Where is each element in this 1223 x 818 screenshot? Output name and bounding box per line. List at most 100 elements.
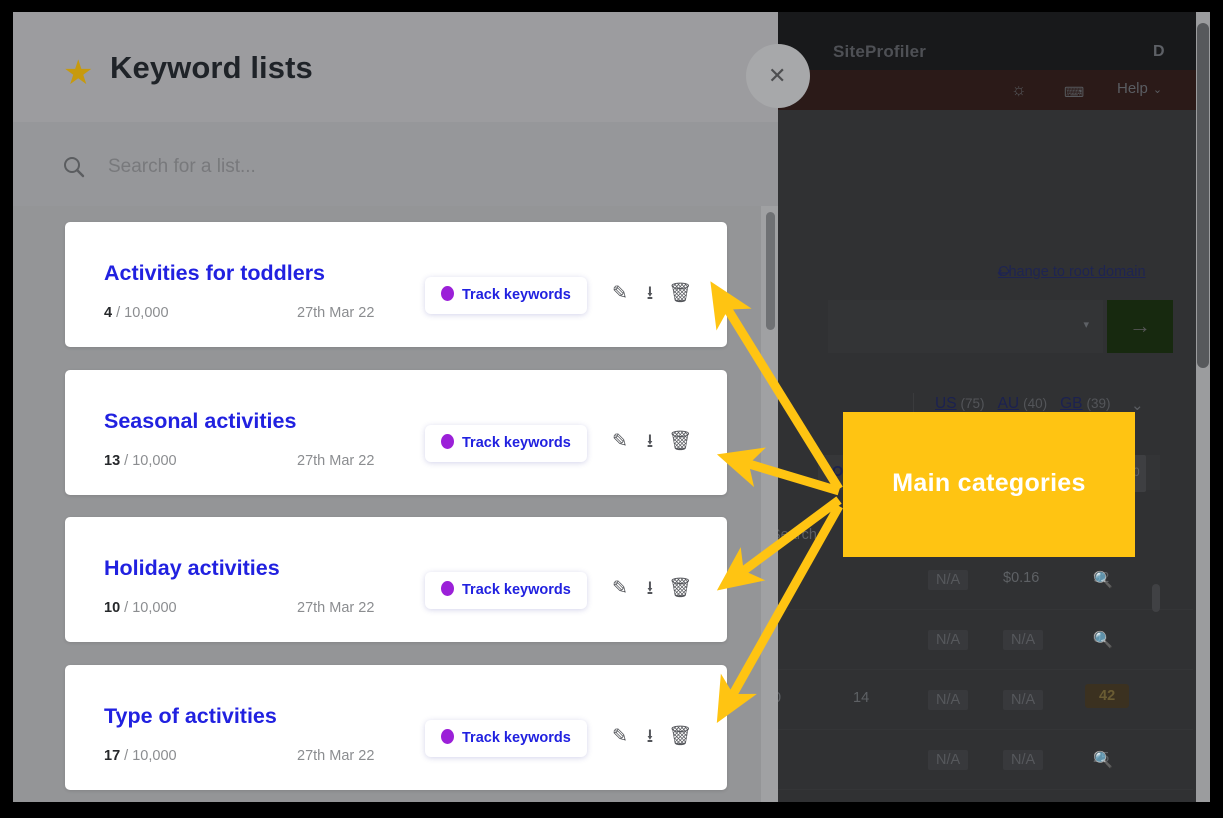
close-button[interactable]: ✕: [746, 44, 810, 108]
cell-volume: N/A: [928, 630, 969, 650]
keyword-lists-container: Activities for toddlers 4 / 10,000 27th …: [13, 206, 778, 802]
search-icon[interactable]: 🔍: [1093, 570, 1113, 590]
pencil-icon[interactable]: ✎: [605, 427, 635, 457]
search-submit-button[interactable]: →: [1107, 300, 1173, 353]
geo-count-gb: (39): [1086, 396, 1111, 411]
arrow-right-icon: →: [1129, 313, 1151, 338]
keyword-tabs: Organic keywords 281 Paid keywords 0: [818, 455, 1162, 492]
list-actions: ✎ ⭳ 🗑: [605, 427, 695, 457]
modal-scrollbar-thumb[interactable]: [766, 212, 775, 330]
trash-icon[interactable]: 🗑: [665, 574, 695, 604]
status-dot-icon: [441, 286, 454, 301]
table-row[interactable]: N/A N/A 25 🔍: [773, 730, 1193, 790]
track-keywords-label: Track keywords: [462, 730, 571, 746]
list-item[interactable]: Holiday activities 10 / 10,000 27th Mar …: [65, 517, 727, 642]
pencil-icon[interactable]: ✎: [605, 722, 635, 752]
app-brand: SiteProfiler: [833, 42, 927, 61]
geo-code-au[interactable]: AU: [998, 395, 1020, 413]
change-to-root-domain-link[interactable]: Change to root domain: [998, 264, 1146, 280]
track-keywords-label: Track keywords: [462, 582, 571, 598]
cell-position: 14: [853, 690, 870, 706]
status-dot-icon: [441, 729, 454, 744]
help-menu[interactable]: Help ⌄: [1117, 80, 1162, 97]
list-count: 10 / 10,000: [104, 600, 177, 616]
trash-icon[interactable]: 🗑: [665, 722, 695, 752]
track-keywords-button[interactable]: Track keywords: [425, 425, 587, 462]
status-badge: 42: [1085, 684, 1130, 708]
list-count: 4 / 10,000: [104, 305, 169, 321]
keyboard-icon[interactable]: ⌨: [1064, 82, 1084, 102]
download-icon[interactable]: ⭳: [635, 722, 665, 752]
list-date: 27th Mar 22: [297, 600, 375, 616]
modal-scrollbar[interactable]: [761, 206, 778, 802]
close-icon: ✕: [768, 63, 787, 88]
keywords-table: N/A $0.16 92 🔍 N/A N/A 0 🔍 0 14 N/A N/A …: [773, 550, 1193, 790]
geo-code-gb[interactable]: GB: [1060, 395, 1082, 413]
search-icon[interactable]: 🔍: [1093, 630, 1113, 650]
trash-icon[interactable]: 🗑: [665, 427, 695, 457]
cell-cpc: N/A: [1003, 750, 1044, 770]
list-date: 27th Mar 22: [297, 305, 375, 321]
track-keywords-button[interactable]: Track keywords: [425, 277, 587, 314]
table-row[interactable]: N/A N/A 0 🔍: [773, 610, 1193, 670]
divider: [913, 393, 914, 425]
browser-scrollbar[interactable]: [1196, 12, 1210, 802]
list-actions: ✎ ⭳ 🗑: [605, 279, 695, 309]
download-icon[interactable]: ⭳: [635, 427, 665, 457]
cell-cpc: $0.16: [1003, 570, 1040, 586]
chevron-down-icon: ⌄: [1152, 84, 1163, 96]
list-date: 27th Mar 22: [297, 453, 375, 469]
list-item[interactable]: Type of activities 17 / 10,000 27th Mar …: [65, 665, 727, 790]
search-icon: [63, 156, 85, 178]
pencil-icon[interactable]: ✎: [605, 574, 635, 604]
download-icon[interactable]: ⭳: [635, 279, 665, 309]
list-name[interactable]: Activities for toddlers: [104, 261, 325, 286]
avatar[interactable]: D: [1153, 43, 1165, 61]
track-keywords-label: Track keywords: [462, 435, 571, 451]
list-name[interactable]: Type of activities: [104, 704, 277, 729]
chevron-down-icon: ▾: [1083, 319, 1089, 331]
table-row[interactable]: 0 14 N/A N/A 42: [773, 670, 1193, 730]
cell-volume: N/A: [928, 750, 969, 770]
modal-header: ★ Keyword lists: [13, 12, 778, 122]
pencil-icon[interactable]: ✎: [605, 279, 635, 309]
track-keywords-label: Track keywords: [462, 287, 571, 303]
star-icon: ★: [63, 54, 94, 92]
status-dot-icon: [441, 434, 454, 449]
list-item[interactable]: Activities for toddlers 4 / 10,000 27th …: [65, 222, 727, 347]
page-title: Keyword lists: [110, 50, 313, 85]
help-label: Help: [1117, 80, 1148, 97]
cell-volume: N/A: [928, 690, 969, 710]
geo-code-us[interactable]: US: [935, 395, 957, 413]
domain-select[interactable]: ▾: [828, 300, 1103, 353]
tab-badge: 0: [1127, 455, 1146, 492]
tab-badge: 281: [964, 455, 996, 492]
track-keywords-button[interactable]: Track keywords: [425, 720, 587, 757]
search-bar: [13, 122, 778, 206]
search-icon[interactable]: 🔍: [1093, 750, 1113, 770]
trash-icon[interactable]: 🗑: [665, 279, 695, 309]
download-icon[interactable]: ⭳: [635, 574, 665, 604]
table-scrollbar-thumb[interactable]: [1152, 584, 1160, 612]
table-row[interactable]: N/A $0.16 92 🔍: [773, 550, 1193, 610]
list-item[interactable]: Seasonal activities 13 / 10,000 27th Mar…: [65, 370, 727, 495]
list-name[interactable]: Holiday activities: [104, 556, 280, 581]
gear-icon[interactable]: ☼: [1011, 80, 1027, 100]
list-name[interactable]: Seasonal activities: [104, 409, 296, 434]
list-count: 13 / 10,000: [104, 453, 177, 469]
search-input[interactable]: [108, 152, 708, 182]
keyword-lists-modal: ★ Keyword lists ✕ Activities for toddler…: [13, 12, 810, 802]
track-keywords-button[interactable]: Track keywords: [425, 572, 587, 609]
browser-scrollbar-thumb[interactable]: [1197, 23, 1209, 368]
geo-count-au: (40): [1023, 396, 1048, 411]
cell-cpc: N/A: [1003, 690, 1044, 710]
chevron-down-icon[interactable]: ⌄: [1131, 396, 1144, 414]
cell-cpc: N/A: [1003, 630, 1044, 650]
list-count: 17 / 10,000: [104, 748, 177, 764]
status-dot-icon: [441, 581, 454, 596]
tab-paid-keywords[interactable]: Paid keywords 0: [1011, 455, 1160, 492]
list-actions: ✎ ⭳ 🗑: [605, 722, 695, 752]
tab-label: Organic keywords: [832, 464, 958, 480]
geo-count-us: (75): [960, 396, 985, 411]
tab-organic-keywords[interactable]: Organic keywords 281: [818, 455, 1010, 492]
